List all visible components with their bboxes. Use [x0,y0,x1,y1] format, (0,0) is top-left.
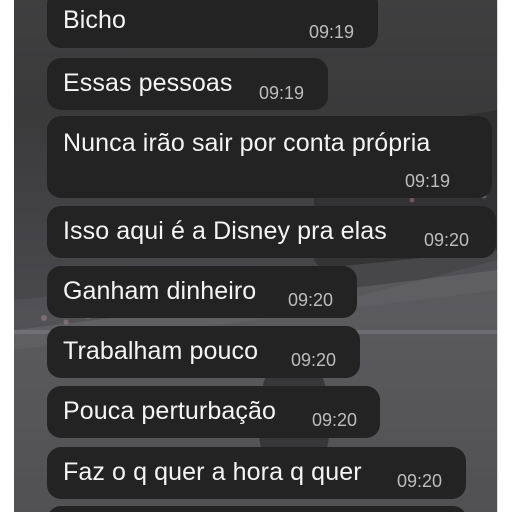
message-timestamp: 09:20 [312,410,358,430]
message-timestamp: 09:20 [397,471,443,491]
message-bubble[interactable]: Trabalham pouco 09:20 [47,326,360,378]
message-bubble[interactable]: Nunca irão sair por conta própria 09:19 [47,116,492,198]
message-text: Faz o q quer a hora q quer [63,458,362,486]
message-timestamp: 09:20 [424,230,470,250]
chat-message-list[interactable]: Bicho 09:19 Essas pessoas 09:19 Nunca ir… [14,0,498,512]
message-bubble[interactable]: Ganham dinheiro 09:20 [47,266,357,318]
message-bubble[interactable]: Faz o q quer a hora q quer 09:20 [47,447,466,499]
message-text: Isso aqui é a Disney pra elas [63,217,387,245]
message-timestamp: 09:20 [288,290,334,310]
message-text: Essas pessoas [63,69,233,97]
message-bubble[interactable]: Pouca perturbação 09:20 [47,386,380,438]
message-bubble[interactable]: Essas pessoas 09:19 [47,58,328,110]
message-text: Pouca perturbação [63,397,276,425]
message-timestamp: 09:19 [405,171,451,191]
message-timestamp: 09:19 [309,22,355,42]
message-text: Trabalham pouco [63,337,259,365]
message-bubble[interactable]: Bicho 09:19 [47,0,378,48]
message-text: Ganham dinheiro [63,277,257,305]
screenshot-edge [497,0,498,512]
message-text: Bicho [63,6,127,34]
message-bubble[interactable]: Isso aqui é a Disney pra elas 09:20 [47,206,496,258]
message-timestamp: 09:20 [291,350,337,370]
message-bubble-partial[interactable] [47,506,467,512]
message-text: Nunca irão sair por conta própria [63,129,431,157]
message-timestamp: 09:19 [259,83,305,103]
chat-screen: Bicho 09:19 Essas pessoas 09:19 Nunca ir… [0,0,512,512]
